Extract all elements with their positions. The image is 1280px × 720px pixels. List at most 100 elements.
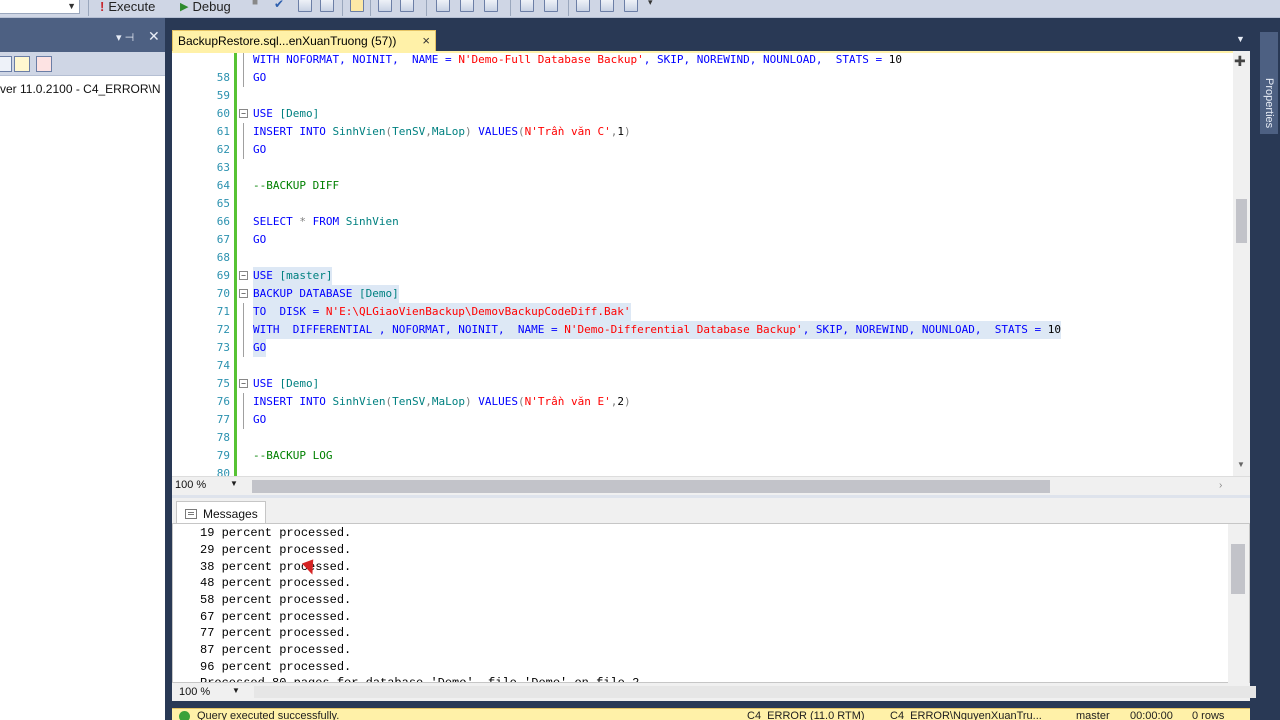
- change-marker: [234, 429, 237, 447]
- include-plan-icon[interactable]: [378, 0, 392, 12]
- horizontal-scrollbar-thumb[interactable]: [252, 480, 1050, 493]
- change-marker: [234, 321, 237, 339]
- horizontal-scrollbar-thumb[interactable]: [254, 686, 1260, 698]
- status-server: C4_ERROR (11.0 RTM): [747, 710, 865, 720]
- code-line: 64: [172, 159, 1236, 192]
- code-line: 67 SELECT * FROM SinhVien: [172, 213, 1236, 246]
- stop-icon[interactable]: ■: [252, 0, 266, 12]
- code-text: WITH DIFFERENTIAL , NOFORMAT, NOINIT, NA…: [253, 321, 1061, 339]
- change-marker: [234, 141, 237, 159]
- messages-pane[interactable]: 19 percent processed. 29 percent process…: [172, 523, 1250, 683]
- code-line: 69: [172, 249, 1236, 282]
- toolbar-separator: [370, 0, 371, 16]
- toolbar-separator: [426, 0, 427, 16]
- query-designer-icon[interactable]: [320, 0, 334, 12]
- properties-tab[interactable]: Properties: [1260, 32, 1278, 134]
- code-text: GO: [253, 71, 267, 84]
- code-line: 75: [172, 357, 1236, 390]
- editor-vertical-scrollbar[interactable]: [1233, 51, 1250, 476]
- debug-label: Debug: [192, 0, 231, 14]
- debug-button[interactable]: ▶ Debug: [180, 0, 231, 16]
- collapse-icon[interactable]: −: [239, 109, 248, 118]
- code-line: 58 WITH NOFORMAT, NOINIT, NAME = N'Demo-…: [172, 53, 1236, 84]
- server-node[interactable]: ver 11.0.2100 - C4_ERROR\N: [0, 82, 161, 96]
- parse-check-icon[interactable]: ✔: [274, 0, 288, 12]
- collapse-icon[interactable]: −: [239, 379, 248, 388]
- status-message: Query executed successfully.: [197, 710, 340, 720]
- collapse-icon[interactable]: −: [239, 271, 248, 280]
- change-marker: [234, 213, 237, 231]
- code-line: 59 GO: [172, 69, 1236, 102]
- change-marker: [234, 447, 237, 465]
- code-line: 62 INSERT INTO SinhVien(TenSV,MaLop) VAL…: [172, 123, 1236, 156]
- results-to-grid-icon[interactable]: [436, 0, 450, 12]
- refresh-icon[interactable]: [14, 56, 30, 72]
- results-text-icon[interactable]: [484, 0, 498, 12]
- status-database: master: [1076, 710, 1110, 720]
- results-to-text-icon[interactable]: [350, 0, 364, 12]
- collapse-icon[interactable]: −: [239, 289, 248, 298]
- sql-editor[interactable]: 58 WITH NOFORMAT, NOINIT, NAME = N'Demo-…: [172, 51, 1250, 476]
- messages-zoom-dropdown[interactable]: 100 %: [179, 686, 210, 698]
- messages-vertical-scrollbar[interactable]: [1228, 524, 1249, 683]
- message-line: 77 percent processed.: [200, 626, 352, 640]
- outline-line: [243, 141, 244, 159]
- database-dropdown[interactable]: ▼: [0, 0, 80, 14]
- scroll-down-icon[interactable]: ▼: [1237, 460, 1245, 469]
- decrease-indent-icon[interactable]: [576, 0, 590, 12]
- query-status-bar: Query executed successfully. C4_ERROR (1…: [172, 708, 1250, 720]
- filter-icon[interactable]: [36, 56, 52, 72]
- object-explorer-toolbar: [0, 52, 165, 76]
- query-toolbar: ▼ ! Execute ▶ Debug ■ ✔ ▾: [0, 0, 1280, 18]
- toolbar-separator: [88, 0, 89, 16]
- change-marker: [234, 339, 237, 357]
- code-text: GO: [253, 339, 267, 357]
- display-plan-icon[interactable]: [298, 0, 312, 12]
- scroll-right-icon[interactable]: ›: [1219, 480, 1222, 491]
- pin-icon[interactable]: ▾ ⊣: [116, 31, 134, 44]
- code-line: 63 GO: [172, 141, 1236, 174]
- comment-lines-icon[interactable]: [520, 0, 534, 12]
- connect-icon[interactable]: [0, 56, 12, 72]
- object-explorer-header: [0, 18, 165, 52]
- toolbar-separator: [342, 0, 343, 16]
- message-line: 38 percent processed.: [200, 560, 352, 574]
- chevron-down-icon[interactable]: ▼: [232, 686, 240, 695]
- results-tab-strip: Messages: [172, 495, 1250, 525]
- close-icon[interactable]: ✕: [148, 28, 160, 45]
- increase-indent-icon[interactable]: [600, 0, 614, 12]
- outline-line: [243, 393, 244, 411]
- toolbar-options-icon[interactable]: ▾: [648, 0, 658, 12]
- execute-button[interactable]: ! Execute: [100, 0, 155, 16]
- tab-backuprestore-sql[interactable]: BackupRestore.sql...enXuanTruong (57)) ×: [172, 30, 436, 51]
- code-text: GO: [253, 233, 267, 246]
- tab-list-dropdown-icon[interactable]: ▼: [1236, 34, 1245, 44]
- code-text: GO: [253, 143, 267, 156]
- messages-horizontal-bar: 100 % ▼: [172, 683, 1260, 701]
- split-window-icon[interactable]: ✚: [1234, 53, 1246, 70]
- status-rows: 0 rows: [1192, 710, 1225, 720]
- uncomment-lines-icon[interactable]: [544, 0, 558, 12]
- results-to-file-icon[interactable]: [460, 0, 474, 12]
- client-statistics-icon[interactable]: [400, 0, 414, 12]
- code-text: WITH NOFORMAT, NOINIT, NAME = N'Demo-Ful…: [253, 53, 903, 66]
- code-line-selected: 71 − BACKUP DATABASE [Demo]: [172, 285, 1236, 318]
- scrollbar-thumb[interactable]: [1236, 199, 1247, 243]
- document-tab-strip: BackupRestore.sql...enXuanTruong (57)) ×…: [168, 28, 1253, 51]
- success-check-icon: [179, 711, 190, 720]
- change-marker: [234, 159, 237, 177]
- code-text: USE [Demo]: [253, 107, 320, 120]
- code-comment: --BACKUP LOG: [253, 449, 333, 462]
- close-tab-icon[interactable]: ×: [422, 33, 430, 48]
- exclamation-icon: !: [100, 0, 105, 14]
- zoom-value: 100 %: [175, 479, 207, 491]
- change-marker: [234, 231, 237, 249]
- specify-values-icon[interactable]: [624, 0, 638, 12]
- scrollbar-thumb[interactable]: [1231, 544, 1245, 594]
- chevron-down-icon[interactable]: ▼: [230, 479, 238, 488]
- code-text: SELECT * FROM SinhVien: [253, 215, 399, 228]
- change-marker: [234, 465, 237, 476]
- change-marker: [234, 123, 237, 141]
- tab-messages[interactable]: Messages: [176, 501, 266, 525]
- code-text: INSERT INTO SinhVien(TenSV,MaLop) VALUES…: [253, 395, 631, 408]
